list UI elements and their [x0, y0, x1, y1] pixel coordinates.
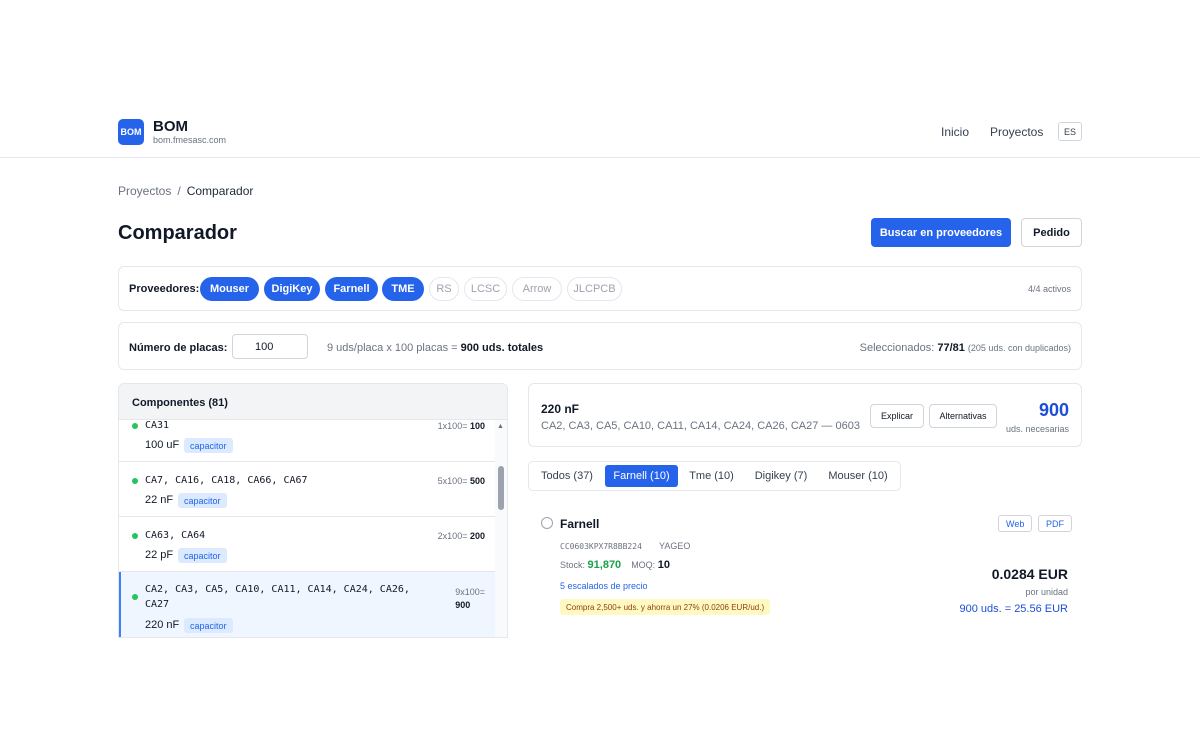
- component-qty: 2x100= 200: [437, 531, 485, 541]
- component-value: 22 pF: [145, 549, 174, 561]
- promo-badge: Compra 2,500+ uds. y ahorra un 27% (0.02…: [560, 599, 771, 615]
- provider-chip-tme[interactable]: TME: [382, 277, 424, 301]
- tab-digikey[interactable]: Digikey (7): [747, 465, 815, 487]
- plates-total: 900 uds. totales: [460, 342, 544, 354]
- component-refs: CA31: [145, 420, 170, 431]
- alternatives-button[interactable]: Alternativas: [929, 404, 997, 428]
- providers-active-count: 4/4 activos: [1027, 284, 1071, 294]
- unit-price: 0.0284 EUR: [991, 566, 1068, 582]
- offer-stock: Stock: 91,870 MOQ: 10: [560, 559, 670, 571]
- breadcrumb-separator: /: [177, 184, 181, 198]
- tab-todos[interactable]: Todos (37): [535, 465, 599, 487]
- provider-chip-jlcpcb[interactable]: JLCPCB: [567, 277, 622, 301]
- status-dot-icon: [132, 478, 138, 484]
- component-row[interactable]: CA31 100 uF capacitor 1x100= 100: [119, 420, 497, 462]
- detail-refs: CA2, CA3, CA5, CA10, CA11, CA14, CA24, C…: [541, 420, 860, 432]
- logo-icon[interactable]: BOM: [118, 119, 144, 145]
- offer-brand: YAGEO: [659, 541, 691, 551]
- needed-label: uds. necesarias: [1005, 424, 1069, 434]
- supplier-offer: Farnell Web PDF CC0603KPX7R8BB224 YAGEO …: [528, 505, 1082, 630]
- component-row[interactable]: CA63, CA64 22 pF capacitor 2x100= 200: [119, 517, 497, 572]
- components-title: Componentes (81): [132, 397, 228, 409]
- language-selector[interactable]: ES: [1058, 122, 1082, 141]
- breadcrumb-current: Comparador: [186, 184, 254, 198]
- price-unit-label: por unidad: [1025, 587, 1068, 597]
- price-tiers-link[interactable]: 5 escalados de precio: [560, 581, 648, 591]
- radio-icon[interactable]: [541, 517, 553, 529]
- selected-info: Seleccionados: 77/81 (205 uds. con dupli…: [859, 342, 1071, 354]
- tab-tme[interactable]: Tme (10): [684, 465, 739, 487]
- web-link[interactable]: Web: [998, 515, 1033, 532]
- component-refs: CA7, CA16, CA18, CA66, CA67: [145, 475, 308, 486]
- provider-chip-digikey[interactable]: DigiKey: [264, 277, 320, 301]
- component-qty: 5x100= 500: [437, 476, 485, 486]
- component-refs: CA63, CA64: [145, 530, 206, 541]
- selected-count: 77/81: [937, 342, 965, 354]
- component-qty: 9x100= 900: [455, 587, 485, 610]
- component-tag: capacitor: [184, 618, 233, 633]
- top-header: BOM BOM bom.fmesasc.com Inicio Proyectos…: [0, 110, 1200, 158]
- component-refs: CA2, CA3, CA5, CA10, CA11, CA14, CA24, C…: [145, 584, 410, 610]
- offer-sku: CC0603KPX7R8BB224: [560, 542, 642, 551]
- status-dot-icon: [132, 594, 138, 600]
- needed-quantity: 900: [1038, 400, 1069, 420]
- nav-proyectos[interactable]: Proyectos: [990, 125, 1043, 139]
- brand-name: BOM: [153, 118, 188, 135]
- component-qty: 1x100= 100: [437, 421, 485, 431]
- order-button[interactable]: Pedido: [1021, 218, 1082, 247]
- scroll-thumb[interactable]: [498, 466, 504, 510]
- provider-chip-arrow[interactable]: Arrow: [512, 277, 562, 301]
- components-list[interactable]: CA31 100 uF capacitor 1x100= 100 CA7, CA…: [119, 420, 497, 637]
- offer-supplier: Farnell: [560, 517, 600, 531]
- status-dot-icon: [132, 423, 138, 429]
- supplier-tabs: Todos (37) Farnell (10) Tme (10) Digikey…: [528, 461, 901, 491]
- components-scrollbar[interactable]: ▲: [495, 420, 507, 637]
- nav-inicio[interactable]: Inicio: [941, 125, 969, 139]
- detail-value: 220 nF: [541, 402, 580, 416]
- plates-card: Número de placas: 9 uds/placa x 100 plac…: [118, 322, 1082, 370]
- status-dot-icon: [132, 533, 138, 539]
- pdf-link[interactable]: PDF: [1038, 515, 1072, 532]
- component-row-selected[interactable]: CA2, CA3, CA5, CA10, CA11, CA14, CA24, C…: [119, 572, 497, 637]
- component-tag: capacitor: [178, 548, 227, 563]
- explain-button[interactable]: Explicar: [870, 404, 924, 428]
- tab-farnell[interactable]: Farnell (10): [605, 465, 678, 487]
- plates-formula: 9 uds/placa x 100 placas = 900 uds. tota…: [327, 342, 544, 354]
- providers-card: Proveedores: Mouser DigiKey Farnell TME …: [118, 266, 1082, 311]
- provider-chip-mouser[interactable]: Mouser: [200, 277, 259, 301]
- stock-value: 91,870: [587, 559, 622, 571]
- component-detail-card: 220 nF CA2, CA3, CA5, CA10, CA11, CA14, …: [528, 383, 1082, 447]
- provider-chip-rs[interactable]: RS: [429, 277, 459, 301]
- breadcrumb-proyectos[interactable]: Proyectos: [118, 184, 171, 198]
- component-row[interactable]: CA7, CA16, CA18, CA66, CA67 22 nF capaci…: [119, 462, 497, 517]
- component-tag: capacitor: [184, 438, 233, 453]
- tab-mouser[interactable]: Mouser (10): [823, 465, 893, 487]
- moq-value: 10: [657, 559, 670, 571]
- components-panel: Componentes (81) CA31 100 uF capacitor 1…: [118, 383, 508, 638]
- breadcrumb: Proyectos / Comparador: [118, 184, 253, 198]
- component-tag: capacitor: [178, 493, 227, 508]
- price-total: 900 uds. = 25.56 EUR: [959, 603, 1068, 615]
- plates-input[interactable]: [232, 334, 308, 359]
- component-value: 100 uF: [145, 439, 180, 451]
- provider-chip-farnell[interactable]: Farnell: [325, 277, 378, 301]
- search-providers-button[interactable]: Buscar en proveedores: [871, 218, 1011, 247]
- page-title: Comparador: [118, 222, 237, 244]
- chevron-up-icon[interactable]: ▲: [497, 423, 504, 430]
- selected-note: (205 uds. con duplicados): [967, 343, 1071, 353]
- plates-label: Número de placas:: [129, 342, 228, 354]
- components-header: Componentes (81): [119, 384, 507, 420]
- providers-label: Proveedores:: [129, 283, 200, 295]
- provider-chip-lcsc[interactable]: LCSC: [464, 277, 507, 301]
- component-value: 22 nF: [145, 494, 174, 506]
- component-value: 220 nF: [145, 619, 180, 631]
- brand-url: bom.fmesasc.com: [153, 135, 227, 145]
